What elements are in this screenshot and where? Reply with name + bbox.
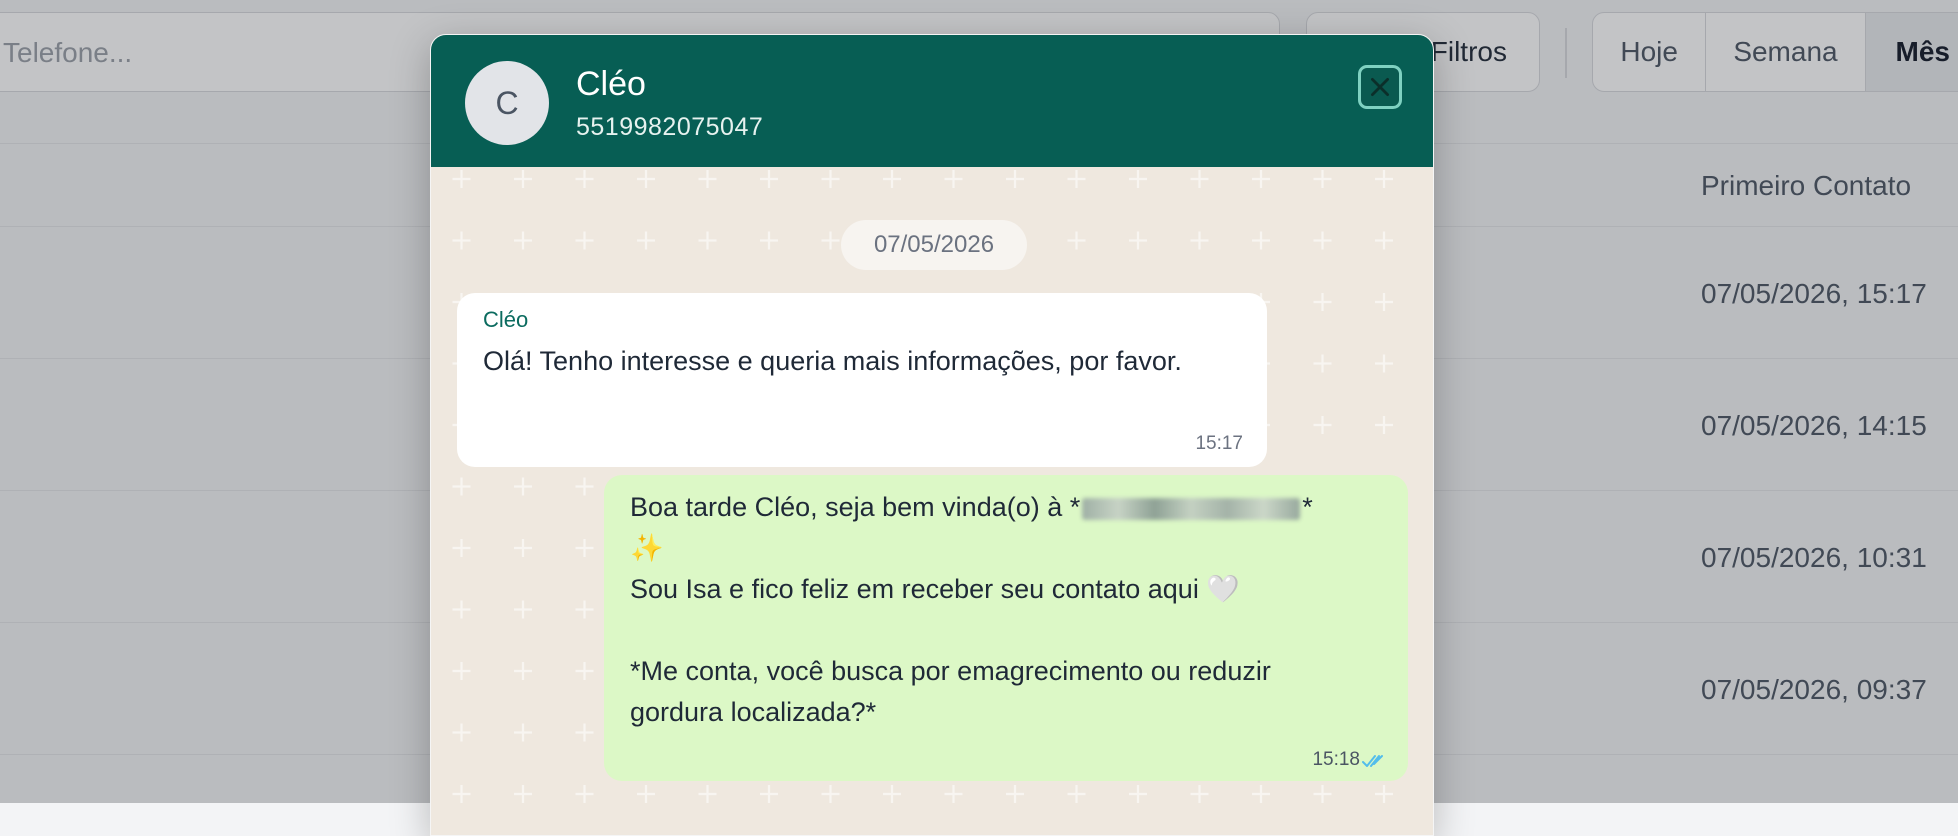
message-text: Boa tarde Cléo, seja bem vinda(o) à * xyxy=(630,492,1081,522)
message-sender: Cléo xyxy=(483,307,529,332)
close-icon xyxy=(1371,78,1389,96)
outgoing-message[interactable]: Boa tarde Cléo, seja bem vinda(o) à * * ✨… xyxy=(604,475,1408,781)
date-separator: 07/05/2026 xyxy=(841,220,1027,270)
message-time: 15:18 xyxy=(1312,749,1360,770)
chat-messages-area[interactable]: 07/05/2026 Cléo Olá! Tenho interesse e q… xyxy=(431,167,1433,835)
date-separator-label: 07/05/2026 xyxy=(873,231,995,258)
message-text: * xyxy=(1302,492,1313,522)
message-line: gordura localizada?* xyxy=(630,697,877,727)
chat-modal: C Cléo 5519982075047 07/05/2026 Cléo Olá… xyxy=(430,34,1434,836)
contact-name: Cléo xyxy=(576,65,646,103)
incoming-message[interactable]: Cléo Olá! Tenho interesse e queria mais … xyxy=(457,293,1267,467)
message-line: Boa tarde Cléo, seja bem vinda(o) à * * xyxy=(630,487,1382,528)
message-text: Sou Isa e fico feliz em receber seu cont… xyxy=(630,574,1199,604)
white-heart-emoji: 🤍 xyxy=(1206,574,1240,604)
sparkle-emoji: ✨ xyxy=(630,533,664,563)
avatar-initial: C xyxy=(495,84,519,121)
message-line: *Me conta, você busca por emagrecimento … xyxy=(630,656,1271,686)
double-check-icon xyxy=(1362,755,1383,767)
message-text: Olá! Tenho interesse e queria mais infor… xyxy=(483,346,1182,376)
close-button[interactable] xyxy=(1358,65,1402,109)
contact-phone: 5519982075047 xyxy=(576,113,764,141)
redacted-name xyxy=(1082,497,1301,520)
chat-header: C Cléo 5519982075047 xyxy=(431,35,1433,167)
message-time: 15:17 xyxy=(1195,433,1243,454)
message-line: Sou Isa e fico feliz em receber seu cont… xyxy=(630,569,1382,610)
avatar: C xyxy=(465,61,549,145)
